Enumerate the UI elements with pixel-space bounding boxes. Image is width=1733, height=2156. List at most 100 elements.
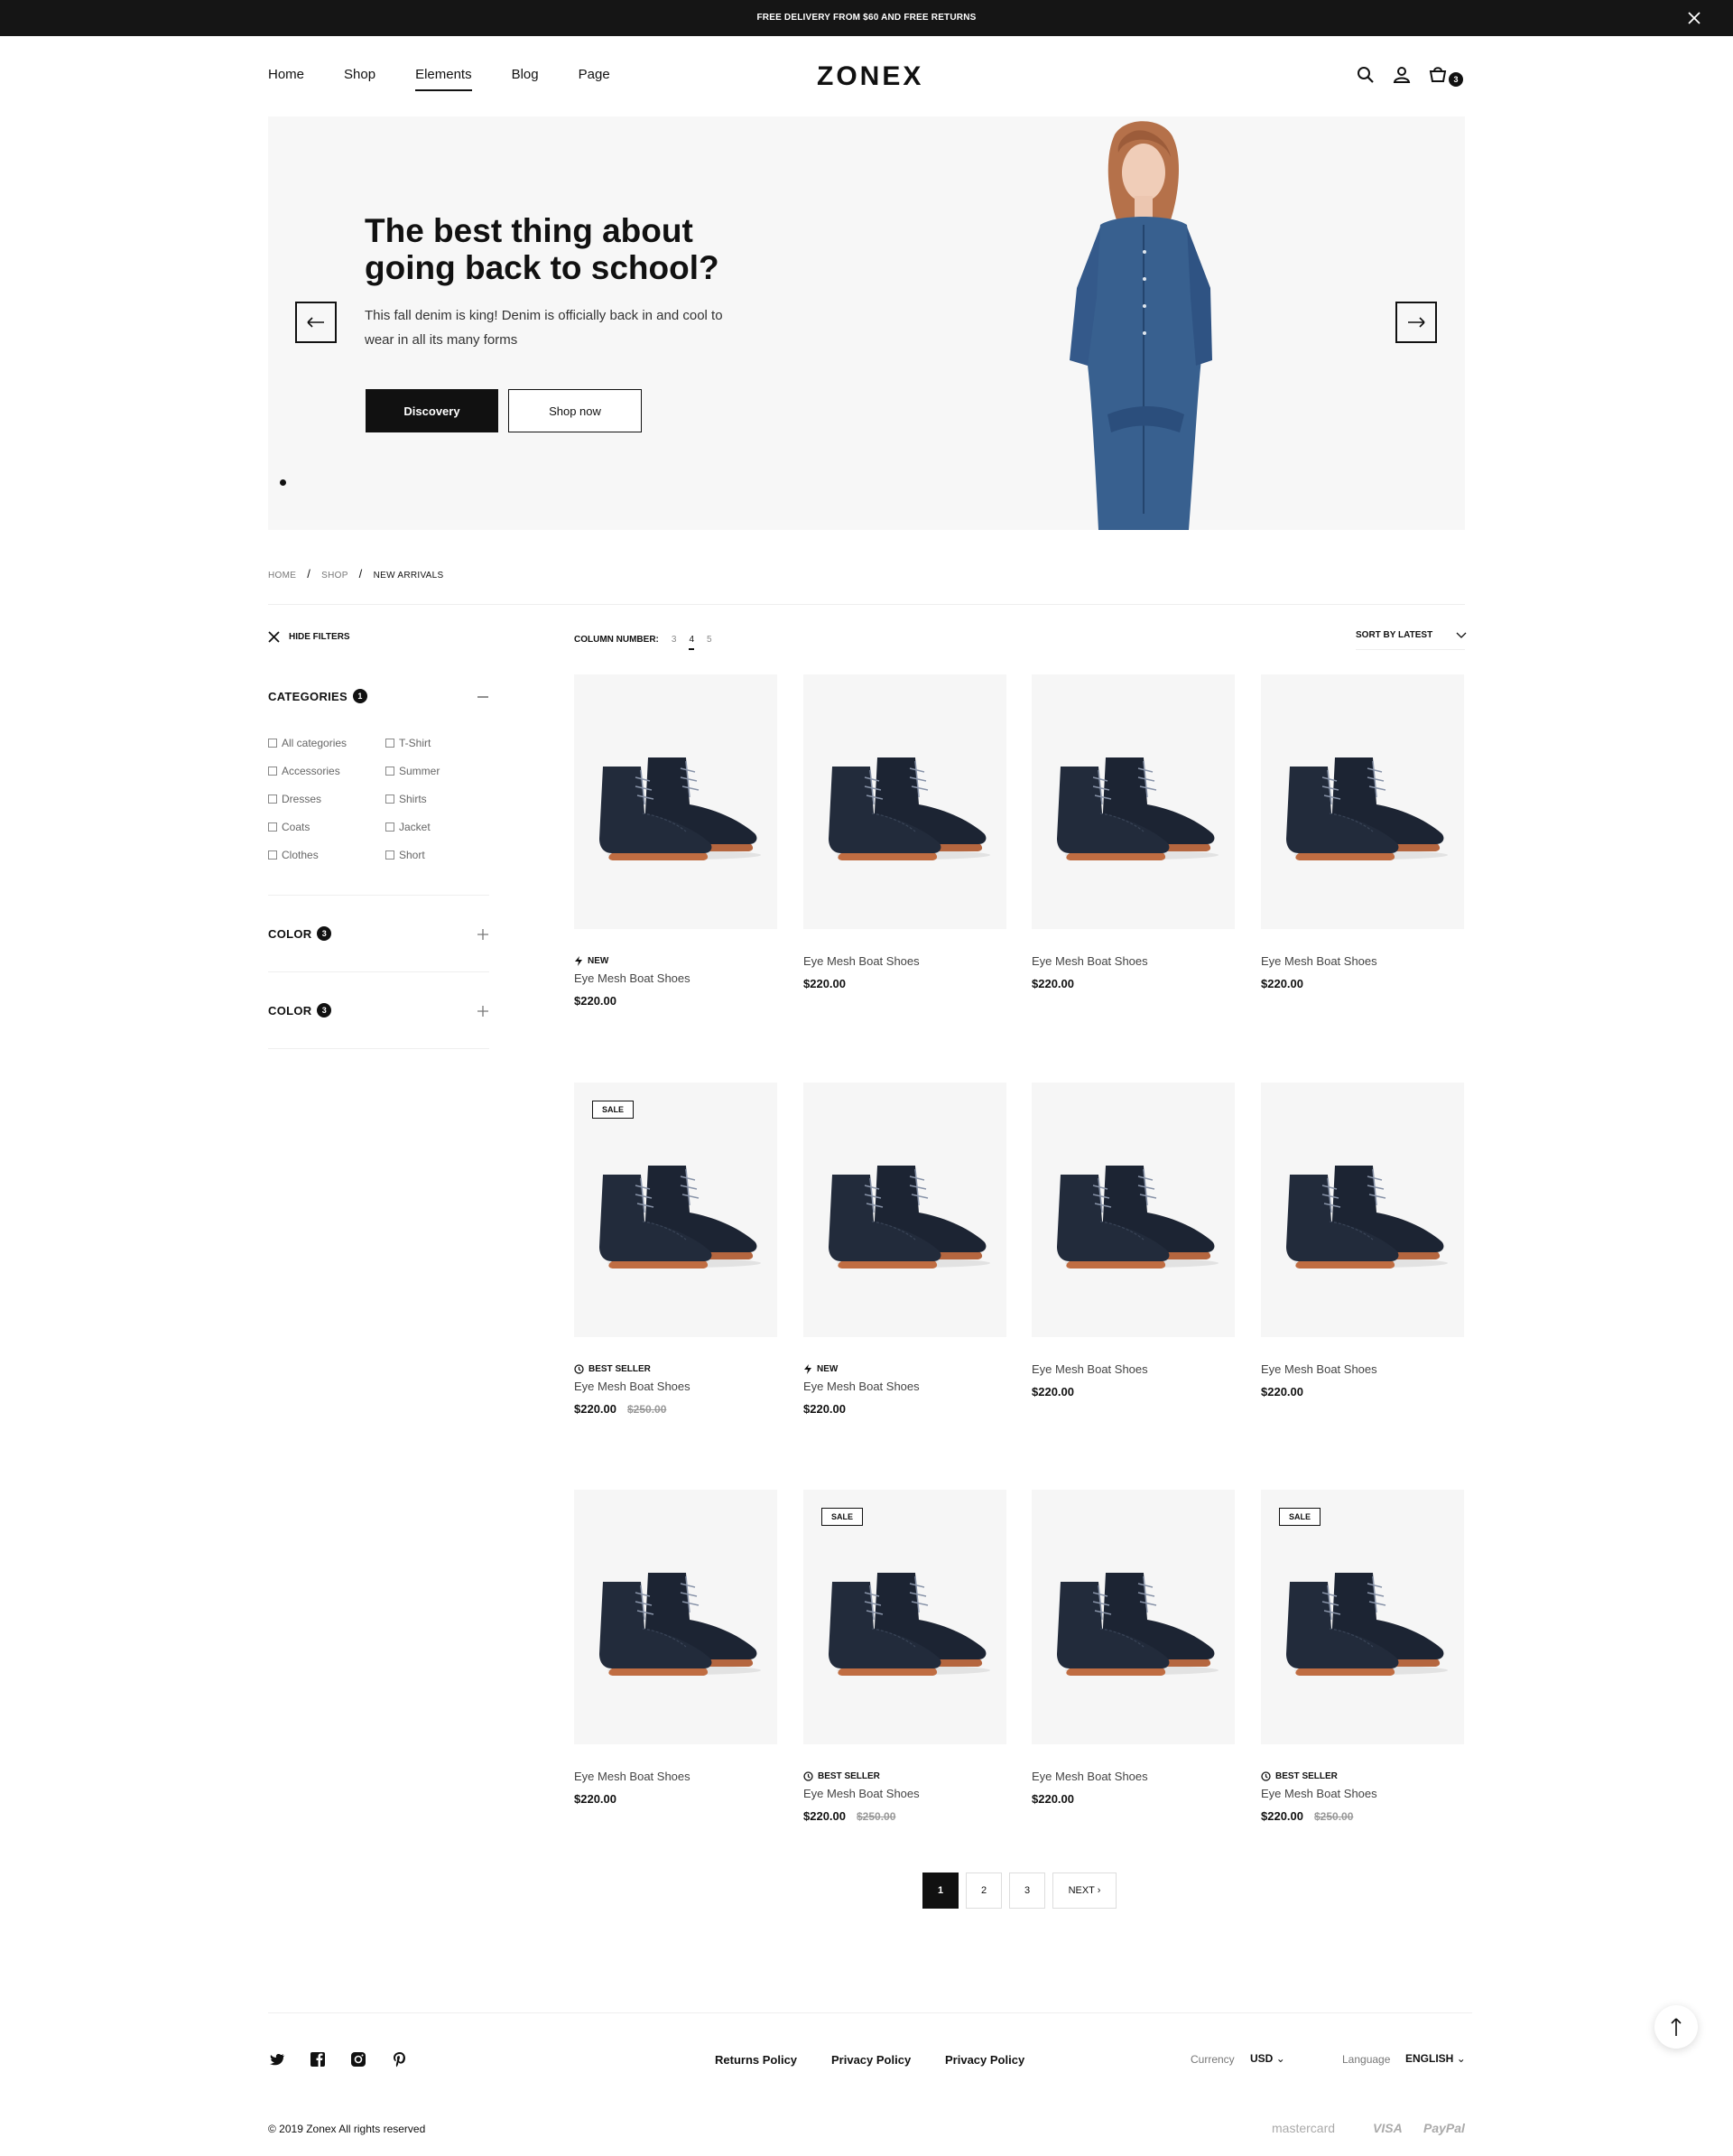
sort-dropdown[interactable]: SORT BY LATEST <box>1356 630 1467 640</box>
cart-icon[interactable] <box>1428 65 1448 85</box>
product-card[interactable]: Eye Mesh Boat Shoes $220.00 <box>1032 674 1235 992</box>
breadcrumb-home[interactable]: HOME <box>268 571 296 581</box>
product-name[interactable]: Eye Mesh Boat Shoes <box>803 1787 1006 1800</box>
product-name[interactable]: Eye Mesh Boat Shoes <box>574 971 777 985</box>
nav-shop[interactable]: Shop <box>344 67 375 91</box>
product-meta: BEST SELLER Eye Mesh Boat Shoes $220.00 $25… <box>803 1771 1006 1825</box>
categories-heading: CATEGORIES 1 <box>268 689 367 703</box>
product-card[interactable]: Eye Mesh Boat Shoes $220.00 <box>1261 1083 1464 1400</box>
category-item[interactable]: Summer <box>385 765 440 777</box>
instagram-icon[interactable] <box>350 2051 366 2068</box>
search-icon[interactable] <box>1356 65 1376 85</box>
product-card[interactable]: SALE BEST SELLER Eye Mesh Boat Shoes $220.0… <box>803 1490 1006 1825</box>
category-item[interactable]: Accessories <box>268 765 340 777</box>
column-option-3[interactable]: 3 <box>672 635 677 648</box>
nav-blog[interactable]: Blog <box>512 67 539 91</box>
product-image <box>829 1166 990 1269</box>
product-card[interactable]: SALE BEST SELLER Eye Mesh Boat Shoes $220.0… <box>1261 1490 1464 1825</box>
product-name[interactable]: Eye Mesh Boat Shoes <box>1032 1362 1235 1376</box>
product-image-area[interactable] <box>1032 1083 1235 1337</box>
product-card[interactable]: NEW Eye Mesh Boat Shoes $220.00 <box>574 674 777 1009</box>
product-name[interactable]: Eye Mesh Boat Shoes <box>803 1380 1006 1393</box>
close-icon[interactable] <box>1687 11 1701 25</box>
product-card[interactable]: Eye Mesh Boat Shoes $220.00 <box>1261 674 1464 992</box>
hero-next-button[interactable] <box>1395 302 1437 343</box>
categories-count-badge: 1 <box>353 689 367 703</box>
product-name[interactable]: Eye Mesh Boat Shoes <box>1261 954 1464 968</box>
page-button[interactable]: 1 <box>922 1873 959 1909</box>
product-price-row: $220.00 <box>1032 976 1235 992</box>
product-image-area[interactable]: SALE <box>803 1490 1006 1744</box>
shop-now-button[interactable]: Shop now <box>508 389 642 432</box>
breadcrumb-shop[interactable]: SHOP <box>321 571 348 581</box>
product-name[interactable]: Eye Mesh Boat Shoes <box>1032 954 1235 968</box>
privacy-policy-link[interactable]: Privacy Policy <box>831 2053 911 2067</box>
logo[interactable]: ZONEX <box>817 61 923 92</box>
page-button[interactable]: 3 <box>1009 1873 1045 1909</box>
minus-icon[interactable] <box>476 690 490 704</box>
pinterest-icon[interactable] <box>392 2051 408 2068</box>
product-card[interactable]: Eye Mesh Boat Shoes $220.00 <box>574 1490 777 1808</box>
product-image-area[interactable] <box>803 674 1006 929</box>
next-page-button[interactable]: NEXT › <box>1052 1873 1117 1909</box>
product-image-area[interactable] <box>574 1490 777 1744</box>
user-icon[interactable] <box>1392 65 1412 85</box>
category-item[interactable]: Shirts <box>385 793 427 805</box>
product-name[interactable]: Eye Mesh Boat Shoes <box>1261 1362 1464 1376</box>
product-name[interactable]: Eye Mesh Boat Shoes <box>574 1770 777 1783</box>
product-name[interactable]: Eye Mesh Boat Shoes <box>1032 1770 1235 1783</box>
category-label: T-Shirt <box>399 737 431 749</box>
product-image <box>829 757 990 860</box>
product-image-area[interactable]: SALE <box>574 1083 777 1337</box>
category-item[interactable]: All categories <box>268 737 347 749</box>
clock-icon <box>574 1364 584 1374</box>
returns-policy-link[interactable]: Returns Policy <box>715 2053 797 2067</box>
product-price-row: $220.00 $250.00 <box>1261 1808 1464 1825</box>
product-image-area[interactable] <box>1032 674 1235 929</box>
discovery-button[interactable]: Discovery <box>366 389 498 432</box>
product-image-area[interactable]: SALE <box>1261 1490 1464 1744</box>
facebook-icon[interactable] <box>310 2051 326 2068</box>
product-card[interactable]: Eye Mesh Boat Shoes $220.00 <box>1032 1083 1235 1400</box>
sale-badge: SALE <box>592 1101 635 1119</box>
paypal-logo: PayPal <box>1423 2121 1465 2135</box>
back-to-top-button[interactable] <box>1654 2005 1698 2049</box>
product-name[interactable]: Eye Mesh Boat Shoes <box>574 1380 777 1393</box>
nav-elements[interactable]: Elements <box>415 67 472 91</box>
product-name[interactable]: Eye Mesh Boat Shoes <box>1261 1787 1464 1800</box>
category-item[interactable]: Dresses <box>268 793 321 805</box>
privacy-policy-link[interactable]: Privacy Policy <box>945 2053 1024 2067</box>
nav-home[interactable]: Home <box>268 67 304 91</box>
plus-icon[interactable] <box>476 927 490 942</box>
product-image-area[interactable] <box>803 1083 1006 1337</box>
product-card[interactable]: Eye Mesh Boat Shoes $220.00 <box>1032 1490 1235 1808</box>
color-count-badge: 3 <box>317 926 332 941</box>
category-item[interactable]: T-Shirt <box>385 737 431 749</box>
page-button[interactable]: 2 <box>966 1873 1002 1909</box>
language-select[interactable]: ENGLISH ⌄ <box>1405 2052 1466 2065</box>
product-name[interactable]: Eye Mesh Boat Shoes <box>803 954 1006 968</box>
product-image-area[interactable] <box>574 674 777 929</box>
twitter-icon[interactable] <box>270 2051 286 2068</box>
category-item[interactable]: Clothes <box>268 849 319 861</box>
product-card[interactable]: NEW Eye Mesh Boat Shoes $220.00 <box>803 1083 1006 1417</box>
category-item[interactable]: Coats <box>268 821 310 833</box>
product-price: $220.00 <box>803 977 846 990</box>
hero-slide-dot[interactable] <box>280 479 286 486</box>
column-option-5[interactable]: 5 <box>707 635 712 648</box>
nav-page[interactable]: Page <box>579 67 610 91</box>
hide-filters-button[interactable]: HIDE FILTERS <box>268 631 350 643</box>
category-item[interactable]: Jacket <box>385 821 431 833</box>
product-tag-label: BEST SELLER <box>588 1364 651 1374</box>
product-image-area[interactable] <box>1261 674 1464 929</box>
currency-select[interactable]: USD ⌄ <box>1250 2052 1285 2065</box>
product-image-area[interactable] <box>1032 1490 1235 1744</box>
plus-icon[interactable] <box>476 1004 490 1018</box>
product-card[interactable]: SALE BEST SELLER Eye Mesh Boat Shoes $220.0… <box>574 1083 777 1417</box>
hero-prev-button[interactable] <box>295 302 337 343</box>
category-item[interactable]: Short <box>385 849 425 861</box>
column-option-4[interactable]: 4 <box>689 635 695 650</box>
product-image-area[interactable] <box>1261 1083 1464 1337</box>
product-card[interactable]: Eye Mesh Boat Shoes $220.00 <box>803 674 1006 992</box>
chevron-right-icon: › <box>1097 1885 1101 1896</box>
